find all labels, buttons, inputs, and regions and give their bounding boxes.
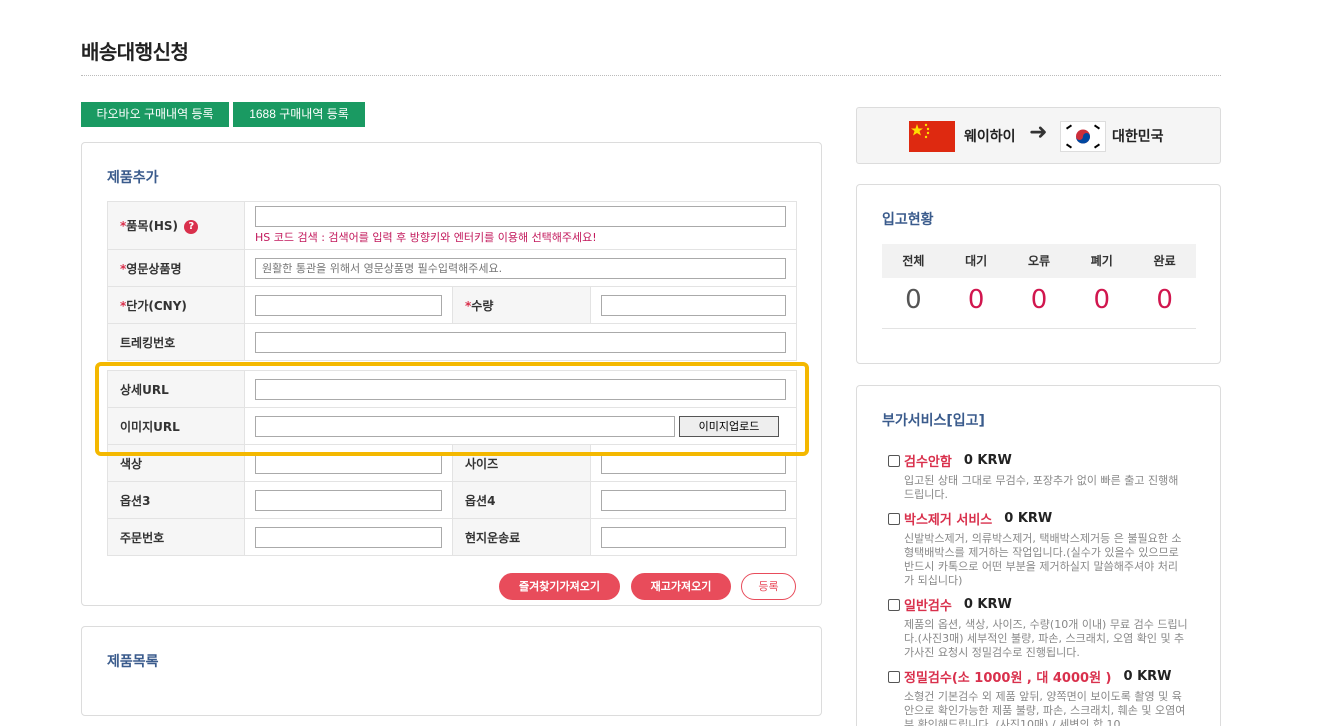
service-name: 일반검수 (904, 599, 952, 614)
image-upload-button[interactable]: 이미지업로드 (679, 415, 779, 437)
service-desc: 소형건 기본검수 외 제품 앞뒤, 양쪽면이 보이도록 촬영 및 육안으로 확인… (904, 690, 1186, 726)
register-button[interactable]: 등록 (741, 573, 796, 600)
option3-input[interactable] (255, 489, 442, 511)
order-no-input[interactable] (255, 526, 442, 548)
china-flag-icon (909, 121, 955, 152)
image-url-label: 이미지URL (107, 407, 245, 445)
image-url-input[interactable] (255, 415, 675, 437)
stat-value-done[interactable]: 0 (1133, 285, 1196, 315)
service-item: 박스제거 서비스 0 KRW 신발박스제거, 의류박스제거, 택배박스제거등 은 … (888, 509, 1188, 588)
taobao-import-button[interactable]: 타오바오 구매내역 등록 (81, 102, 229, 127)
product-form-table: *품목(HS) ? HS 코드 검색 : 검색어를 입력 후 방향키와 엔터키를… (107, 201, 797, 556)
route-box: 웨이하이 ➜ 대한민국 (856, 107, 1221, 164)
service-price: 0 KRW (963, 597, 1012, 612)
service-desc: 신발박스제거, 의류박스제거, 택배박스제거등 은 불필요한 소형택배박스를 제… (904, 532, 1182, 587)
service-checkbox[interactable] (888, 454, 900, 467)
stat-header-discarded: 폐기 (1090, 254, 1113, 268)
service-checkbox[interactable] (888, 670, 900, 683)
detail-url-label: 상세URL (107, 370, 245, 408)
color-label: 색상 (107, 444, 245, 482)
product-add-title: 제품추가 (107, 170, 159, 186)
arrow-right-icon: ➜ (1029, 120, 1048, 145)
name-en-input[interactable] (255, 257, 786, 279)
service-name: 검수안함 (904, 455, 952, 470)
stat-value-error[interactable]: 0 (1008, 285, 1071, 315)
service-desc: 제품의 옵션, 색상, 사이즈, 수량(10개 이내) 무료 검수 드립니다.(… (904, 618, 1188, 659)
hs-label: *품목(HS) ? (107, 201, 245, 250)
help-icon[interactable]: ? (184, 219, 199, 234)
local-shipping-label: 현지운송료 (452, 518, 591, 556)
extra-services-panel: 부가서비스[입고] 검수안함 0 KRW 입고된 상태 그대로 무검수, 포장추가… (856, 385, 1221, 726)
stock-load-button[interactable]: 재고가져오기 (631, 573, 731, 600)
color-input[interactable] (255, 452, 442, 474)
title-divider (81, 75, 1221, 76)
stat-header-all: 전체 (902, 254, 925, 268)
korea-flag-icon (1060, 121, 1106, 152)
size-label: 사이즈 (452, 444, 591, 482)
stock-status-panel: 입고현황 전체 대기 오류 폐기 완료 0 0 0 0 0 (856, 184, 1221, 364)
order-no-label: 주문번호 (107, 518, 245, 556)
stat-value-all[interactable]: 0 (882, 285, 945, 315)
stock-status-header: 전체 대기 오류 폐기 완료 (882, 244, 1196, 278)
service-item: 정밀검수(소 1000원 , 대 4000원 ) 0 KRW 소형건 기본검수 외… (888, 667, 1188, 726)
tracking-label: 트레킹번호 (107, 323, 245, 361)
stock-status-values: 0 0 0 0 0 (882, 285, 1196, 315)
favorites-load-button[interactable]: 즐겨찾기가져오기 (499, 573, 620, 600)
service-price: 0 KRW (1123, 669, 1172, 684)
service-name: 정밀검수(소 1000원 , 대 4000원 ) (904, 671, 1112, 686)
service-checkbox[interactable] (888, 512, 900, 525)
stat-header-error: 오류 (1027, 254, 1051, 268)
service-checkbox[interactable] (888, 598, 900, 611)
local-shipping-input[interactable] (601, 526, 786, 548)
stock-status-title: 입고현황 (882, 212, 934, 228)
hs-hint: HS 코드 검색 : 검색어를 입력 후 방향키와 엔터키를 이용해 선택해주세… (255, 231, 597, 244)
service-desc: 입고된 상태 그대로 무검수, 포장추가 없이 빠른 출고 진행해드립니다. (904, 474, 1179, 501)
price-label: *단가(CNY) (107, 286, 245, 324)
service-item: 검수안함 0 KRW 입고된 상태 그대로 무검수, 포장추가 없이 빠른 출고 … (888, 451, 1188, 502)
qty-input[interactable] (601, 294, 786, 316)
route-destination: 대한민국 (1112, 129, 1164, 145)
service-item: 일반검수 0 KRW 제품의 옵션, 색상, 사이즈, 수량(10개 이내) 무료… (888, 595, 1188, 660)
extra-services-title: 부가서비스[입고] (882, 413, 985, 429)
product-list-panel: 제품목록 (81, 626, 822, 716)
option4-label: 옵션4 (452, 481, 591, 519)
route-origin: 웨이하이 (964, 129, 1016, 145)
page-title: 배송대행신청 (81, 40, 189, 64)
service-name: 박스제거 서비스 (904, 513, 993, 528)
stat-header-done: 완료 (1153, 254, 1176, 268)
1688-import-button[interactable]: 1688 구매내역 등록 (233, 102, 365, 127)
size-input[interactable] (601, 452, 786, 474)
name-en-label: *영문상품명 (107, 249, 245, 287)
hs-input[interactable] (255, 206, 786, 227)
service-price: 0 KRW (963, 453, 1012, 468)
qty-label: *수량 (452, 286, 591, 324)
product-add-panel: 제품추가 *품목(HS) ? HS 코드 검색 : 검색어를 입력 후 방향키와… (81, 142, 822, 606)
product-list-title: 제품목록 (107, 654, 159, 670)
tracking-input[interactable] (255, 331, 786, 353)
price-input[interactable] (255, 294, 442, 316)
stock-status-divider (882, 328, 1196, 329)
detail-url-input[interactable] (255, 378, 786, 400)
option4-input[interactable] (601, 489, 786, 511)
service-price: 0 KRW (1004, 511, 1053, 526)
stat-header-waiting: 대기 (965, 254, 988, 268)
stat-value-waiting[interactable]: 0 (945, 285, 1008, 315)
option3-label: 옵션3 (107, 481, 245, 519)
stat-value-discarded[interactable]: 0 (1070, 285, 1133, 315)
